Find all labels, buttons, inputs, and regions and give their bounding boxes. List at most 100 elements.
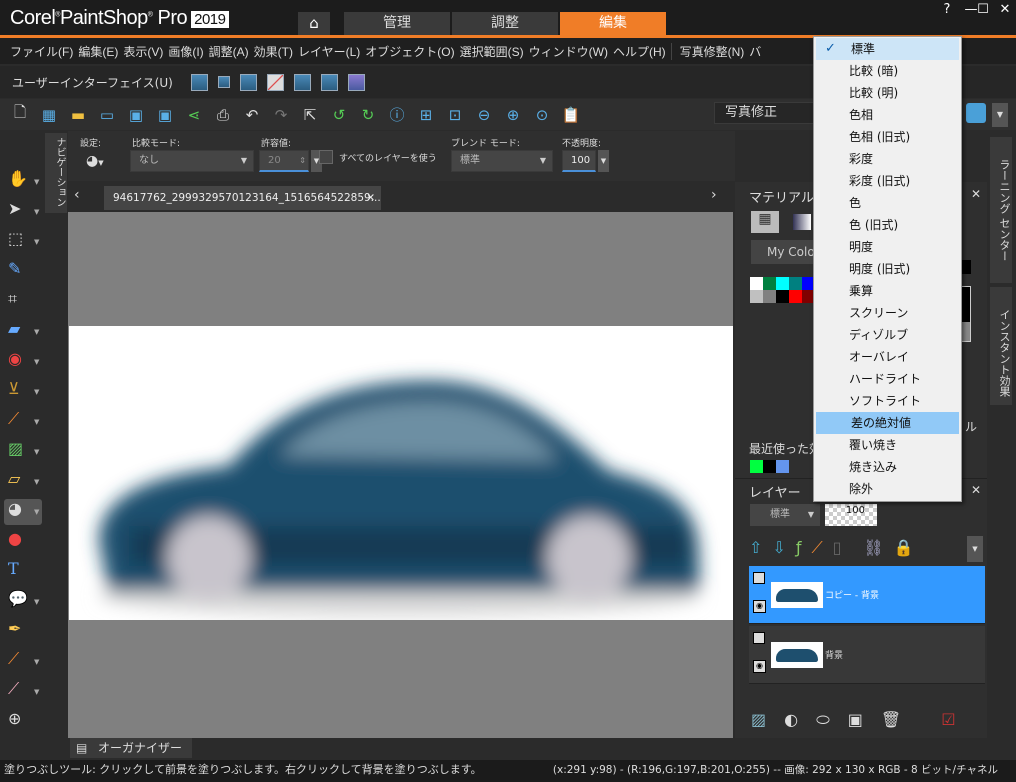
toolbar-more-button[interactable]: ▼ xyxy=(992,103,1008,127)
menu-partial[interactable]: バ xyxy=(749,43,761,60)
zoom-in-icon[interactable]: ⊕ xyxy=(503,105,523,125)
materials-close-button[interactable]: ✕ xyxy=(971,187,981,201)
red-eye-tool[interactable]: ◉ ▼ xyxy=(4,349,42,375)
blend-menu-item[interactable]: ディゾルブ xyxy=(814,324,961,346)
move-layer-up-icon[interactable]: ⇧ xyxy=(749,538,762,558)
layer-properties-icon[interactable]: ☑ xyxy=(941,710,955,730)
mask-layer-icon[interactable]: ⬭ xyxy=(816,710,830,730)
save-as-icon[interactable]: ▣ xyxy=(155,105,175,125)
print-icon[interactable]: ⎙ xyxy=(213,105,233,125)
layers-close-button[interactable]: ✕ xyxy=(971,483,981,497)
new-layer-icon[interactable]: ▨ xyxy=(751,710,766,730)
open-icon[interactable]: ▬ xyxy=(68,105,88,125)
eraser-tool[interactable]: ▱ ▼ xyxy=(4,469,42,495)
image-tool[interactable]: ▨ ▼ xyxy=(4,439,42,465)
menu-objects[interactable]: オブジェクト(O) xyxy=(365,43,454,60)
rotate-right-icon[interactable]: ↻ xyxy=(358,105,378,125)
windows-icon[interactable] xyxy=(347,73,365,91)
color-swatch[interactable] xyxy=(776,460,789,473)
document-tab[interactable]: 94617762_2999329570123164_1516564522859.… xyxy=(104,186,381,210)
group-icon[interactable]: ▣ xyxy=(848,710,863,730)
maximize-button[interactable]: ☐ xyxy=(972,2,994,17)
menu-image[interactable]: 画像(I) xyxy=(168,43,203,60)
blend-menu-item[interactable]: オーバレイ xyxy=(814,346,961,368)
photo-icon[interactable] xyxy=(293,73,311,91)
help-button[interactable]: ? xyxy=(936,2,958,17)
pan-tool[interactable]: ✋ ▼ xyxy=(4,169,42,195)
blend-menu-item[interactable]: 除外 xyxy=(814,478,961,500)
fill-tool[interactable]: ◕ ▼ xyxy=(4,499,42,525)
learning-center-tab[interactable]: ラーニング センター xyxy=(990,137,1012,283)
color-swatch[interactable] xyxy=(776,277,789,290)
color-swatch[interactable] xyxy=(750,290,763,303)
opacity-input[interactable]: 100 xyxy=(562,150,596,172)
close-button[interactable]: ✕ xyxy=(994,2,1016,17)
move-layer-down-icon[interactable]: ⇩ xyxy=(772,538,785,558)
layout-toggle-icon[interactable] xyxy=(966,103,986,123)
resize-icon[interactable]: ⇱ xyxy=(300,105,320,125)
delete-layer-icon[interactable]: 🗑 xyxy=(881,710,901,730)
layer-row-background[interactable]: ◉ 背景 xyxy=(749,626,985,684)
match-mode-select[interactable]: なし ▼ xyxy=(130,150,254,172)
color-swatch[interactable] xyxy=(789,277,802,290)
layer-row-copy-background[interactable]: ◉ コピー - 背景 xyxy=(749,566,985,624)
document-image[interactable] xyxy=(69,326,733,620)
blend-menu-item[interactable]: 比較 (明) xyxy=(814,82,961,104)
info-icon[interactable]: ⓘ xyxy=(387,105,407,125)
blend-menu-item[interactable]: ハードライト xyxy=(814,368,961,390)
document-close-button[interactable]: ✕ xyxy=(366,186,375,210)
blend-menu-item[interactable]: 彩度 xyxy=(814,148,961,170)
brush-tool[interactable]: ⟋ ▼ xyxy=(4,409,42,435)
shape-tool[interactable]: 💬 ▼ xyxy=(4,589,42,615)
layout-small-icon[interactable] xyxy=(217,76,230,88)
selection-tool[interactable]: ⬚ ▼ xyxy=(4,229,42,255)
mask-icon[interactable]: ▯ xyxy=(833,538,842,558)
blend-menu-item[interactable]: ✓ 標準 xyxy=(816,38,959,60)
preset-button[interactable]: ◕▼ xyxy=(86,153,104,169)
rotate-left-icon[interactable]: ↺ xyxy=(329,105,349,125)
menu-layers[interactable]: レイヤー(L) xyxy=(298,43,360,60)
layer-effects-icon[interactable]: ƒ xyxy=(796,538,802,558)
blend-menu-item[interactable]: 色 xyxy=(814,192,961,214)
gradient-view-icon[interactable] xyxy=(793,214,811,230)
lock-icon[interactable]: 🔒 xyxy=(894,538,914,558)
crop-tool[interactable]: ⌗ xyxy=(4,289,42,315)
blend-menu-item[interactable]: 色相 (旧式) xyxy=(814,126,961,148)
straighten-tool[interactable]: ▰ ▼ xyxy=(4,319,42,345)
blend-menu-item[interactable]: 比較 (暗) xyxy=(814,60,961,82)
blend-menu-item[interactable]: 明度 (旧式) xyxy=(814,258,961,280)
ui-label[interactable]: ユーザーインターフェイス(U) xyxy=(12,74,173,91)
clipboard-icon[interactable]: 📋 xyxy=(561,105,581,125)
adjustment-layer-icon[interactable]: ◐ xyxy=(784,710,798,730)
menu-adjust[interactable]: 調整(A) xyxy=(209,43,249,60)
blend-menu-item[interactable]: 色 (旧式) xyxy=(814,214,961,236)
menu-edit[interactable]: 編集(E) xyxy=(78,43,118,60)
visibility-eye-icon[interactable]: ◉ xyxy=(753,600,766,613)
warp-tool[interactable]: ⟋ ▼ xyxy=(4,679,42,705)
save-icon[interactable]: ▣ xyxy=(126,105,146,125)
color-swatch[interactable] xyxy=(763,290,776,303)
zoom-out-icon[interactable]: ⊖ xyxy=(474,105,494,125)
blend-menu-item[interactable]: 色相 xyxy=(814,104,961,126)
color-swatch[interactable] xyxy=(750,277,763,290)
redo-icon[interactable]: ↷ xyxy=(271,105,291,125)
blend-menu-item[interactable]: 差の絶対値 xyxy=(816,412,959,434)
instant-effects-tab[interactable]: インスタント効果 xyxy=(990,287,1012,405)
art-brush-tool[interactable]: ⟋ ▼ xyxy=(4,649,42,675)
dropper-tool[interactable]: ✎ xyxy=(4,259,42,285)
color-swatch[interactable] xyxy=(789,290,802,303)
add-tool-button[interactable]: ⊕ xyxy=(4,709,42,735)
edit-selection-icon[interactable]: ⟋ xyxy=(811,538,822,558)
menu-help[interactable]: ヘルプ(H) xyxy=(613,43,666,60)
home-button[interactable]: ⌂ xyxy=(298,12,330,35)
color-changer-tool[interactable]: ● xyxy=(4,529,42,555)
actual-size-icon[interactable]: ⊞ xyxy=(416,105,436,125)
palette-button[interactable]: My Color xyxy=(751,240,821,264)
menu-effects[interactable]: 効果(T) xyxy=(254,43,293,60)
zoom-icon[interactable]: ⊙ xyxy=(532,105,552,125)
blend-menu-item[interactable]: 明度 xyxy=(814,236,961,258)
blend-menu-item[interactable]: 乗算 xyxy=(814,280,961,302)
tab-adjust[interactable]: 調整 xyxy=(452,12,558,35)
fit-icon[interactable]: ⊡ xyxy=(445,105,465,125)
new-icon[interactable]: 🗋 xyxy=(10,103,30,125)
